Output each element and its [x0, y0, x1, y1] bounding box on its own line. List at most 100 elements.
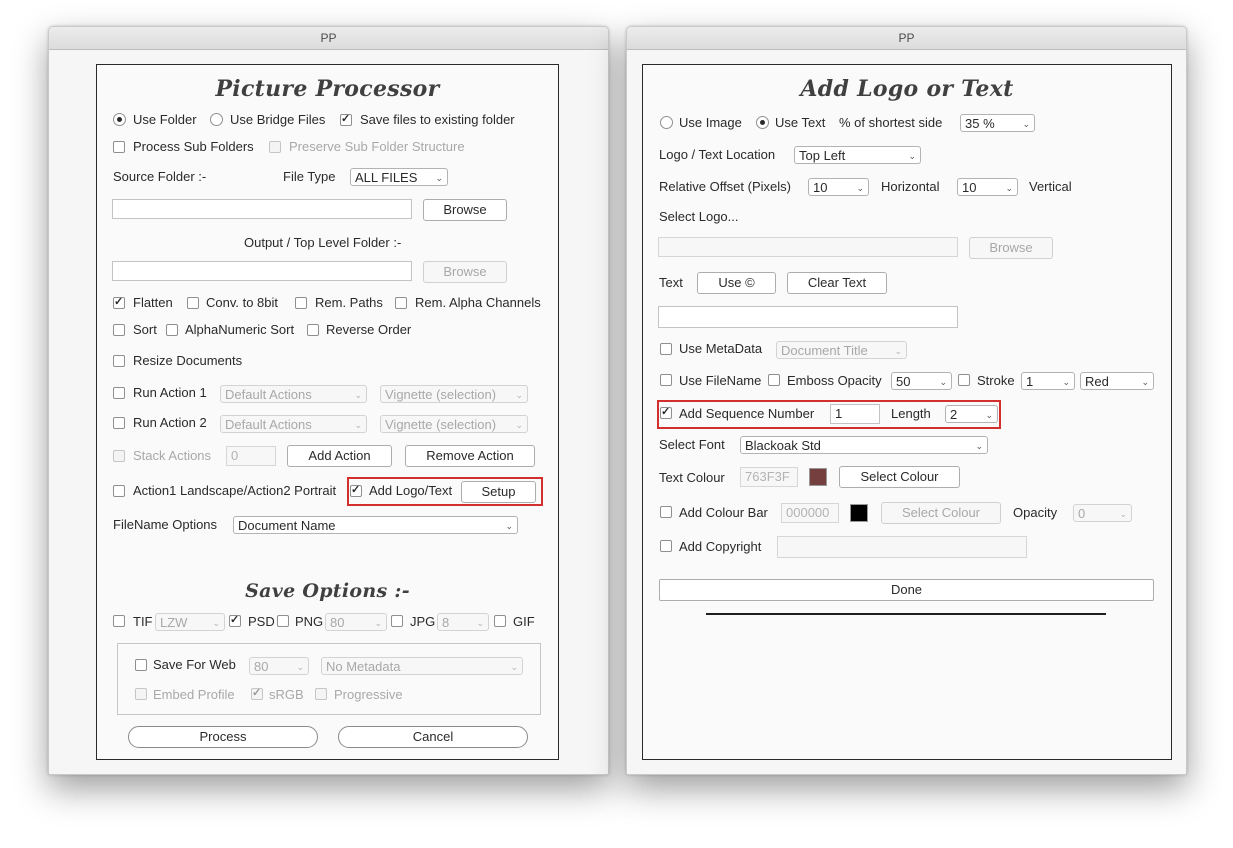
use-metadata-checkbox[interactable] — [660, 343, 672, 355]
chevron-down-icon: ⌄ — [985, 410, 993, 420]
progressive-checkbox[interactable] — [315, 688, 327, 700]
action1-set-select[interactable]: Default Actions ⌄ — [220, 385, 367, 403]
colour-bar-hex[interactable]: 000000 — [781, 503, 839, 523]
chevron-down-icon: ⌄ — [354, 420, 362, 430]
run-action1-label: Run Action 1 — [133, 385, 207, 400]
text-colour-swatch[interactable] — [809, 468, 827, 486]
web-quality-select[interactable]: 80 ⌄ — [249, 657, 309, 675]
select-colour-button[interactable]: Select Colour — [839, 466, 960, 488]
add-colour-bar-label: Add Colour Bar — [679, 505, 768, 520]
resize-docs-checkbox[interactable] — [113, 355, 125, 367]
source-browse-button[interactable]: Browse — [423, 199, 507, 221]
opacity-select[interactable]: 0 ⌄ — [1073, 504, 1132, 522]
chevron-down-icon: ⌄ — [212, 618, 220, 628]
process-sub-folders-checkbox[interactable] — [113, 141, 125, 153]
cancel-button[interactable]: Cancel — [338, 726, 528, 748]
rem-paths-checkbox[interactable] — [295, 297, 307, 309]
use-copyright-button[interactable]: Use © — [697, 272, 776, 294]
landscape-portrait-checkbox[interactable] — [113, 485, 125, 497]
add-action-button[interactable]: Add Action — [287, 445, 392, 467]
run-action2-checkbox[interactable] — [113, 417, 125, 429]
stack-actions-input[interactable]: 0 — [226, 446, 276, 466]
use-folder-radio[interactable] — [113, 113, 126, 126]
run-action1-checkbox[interactable] — [113, 387, 125, 399]
add-logo-text-checkbox[interactable] — [350, 483, 362, 497]
action1-action-select[interactable]: Vignette (selection) ⌄ — [380, 385, 528, 403]
use-folder-label: Use Folder — [133, 112, 197, 127]
source-folder-label: Source Folder :- — [113, 169, 207, 184]
emboss-opacity-select[interactable]: 50 ⌄ — [891, 372, 952, 390]
emboss-opacity-label: Emboss Opacity — [787, 373, 882, 388]
use-text-radio[interactable] — [756, 116, 769, 129]
metadata-select[interactable]: No Metadata ⌄ — [321, 657, 523, 675]
jpg-quality-select[interactable]: 8 ⌄ — [437, 613, 489, 631]
remove-action-button[interactable]: Remove Action — [405, 445, 535, 467]
logo-path-input[interactable] — [658, 237, 958, 257]
location-select[interactable]: Top Left ⌄ — [794, 146, 921, 164]
tif-compression-select[interactable]: LZW ⌄ — [155, 613, 225, 631]
stroke-checkbox[interactable] — [958, 374, 970, 386]
copyright-input[interactable] — [777, 536, 1027, 558]
opacity-label: Opacity — [1013, 505, 1058, 520]
save-for-web-checkbox[interactable] — [135, 659, 147, 671]
filename-options-select[interactable]: Document Name ⌄ — [233, 516, 518, 534]
jpg-checkbox[interactable] — [391, 615, 403, 627]
action2-set-select[interactable]: Default Actions ⌄ — [220, 415, 367, 433]
process-button[interactable]: Process — [128, 726, 318, 748]
preserve-structure-checkbox[interactable] — [269, 141, 281, 153]
emboss-checkbox[interactable] — [768, 374, 780, 386]
flatten-checkbox[interactable] — [113, 295, 125, 309]
select-colour-bar-button[interactable]: Select Colour — [881, 502, 1001, 524]
png-quality-select[interactable]: 80 ⌄ — [325, 613, 387, 631]
file-type-select[interactable]: ALL FILES ⌄ — [350, 168, 448, 186]
rem-alpha-checkbox[interactable] — [395, 297, 407, 309]
use-bridge-radio[interactable] — [210, 113, 223, 126]
jpg-quality-value: 8 — [442, 615, 450, 630]
progressive-label: Progressive — [334, 687, 403, 702]
output-browse-button[interactable]: Browse — [423, 261, 507, 283]
alpha-sort-checkbox[interactable] — [166, 324, 178, 336]
pct-shortest-select[interactable]: 35 % ⌄ — [960, 114, 1035, 132]
reverse-order-checkbox[interactable] — [307, 324, 319, 336]
clear-text-button[interactable]: Clear Text — [787, 272, 887, 294]
action2-action-select[interactable]: Vignette (selection) ⌄ — [380, 415, 528, 433]
embed-profile-checkbox[interactable] — [135, 688, 147, 700]
done-button[interactable]: Done — [659, 579, 1154, 601]
sort-checkbox[interactable] — [113, 324, 125, 336]
stroke-color-select[interactable]: Red ⌄ — [1080, 372, 1154, 390]
gif-checkbox[interactable] — [494, 615, 506, 627]
chevron-down-icon: ⌄ — [1005, 183, 1013, 193]
srgb-checkbox[interactable] — [251, 686, 263, 700]
vertical-offset-select[interactable]: 10 ⌄ — [957, 178, 1018, 196]
source-folder-input[interactable] — [112, 199, 412, 219]
use-image-radio[interactable] — [660, 116, 673, 129]
tif-checkbox[interactable] — [113, 615, 125, 627]
stroke-width-select[interactable]: 1 ⌄ — [1021, 372, 1075, 390]
text-input[interactable] — [658, 306, 958, 328]
stack-actions-checkbox[interactable] — [113, 450, 125, 462]
colour-bar-swatch[interactable] — [850, 504, 868, 522]
length-select[interactable]: 2 ⌄ — [945, 405, 998, 423]
font-select[interactable]: Blackoak Std ⌄ — [740, 436, 988, 454]
chevron-down-icon: ⌄ — [908, 151, 916, 161]
sequence-start-input[interactable]: 1 — [830, 404, 880, 424]
conv-8bit-checkbox[interactable] — [187, 297, 199, 309]
save-existing-checkbox[interactable] — [340, 112, 352, 126]
psd-checkbox[interactable] — [229, 613, 241, 627]
window-title: PP — [49, 27, 608, 50]
use-filename-checkbox[interactable] — [660, 374, 672, 386]
horizontal-offset-select[interactable]: 10 ⌄ — [808, 178, 869, 196]
add-copyright-checkbox[interactable] — [660, 540, 672, 552]
metadata-select[interactable]: Document Title ⌄ — [776, 341, 907, 359]
text-colour-hex[interactable]: 763F3F — [740, 467, 798, 487]
rem-paths-label: Rem. Paths — [315, 295, 383, 310]
action2-set-value: Default Actions — [225, 417, 312, 432]
add-colour-bar-checkbox[interactable] — [660, 506, 672, 518]
use-filename-label: Use FileName — [679, 373, 762, 388]
setup-button[interactable]: Setup — [461, 481, 536, 503]
logo-browse-button[interactable]: Browse — [969, 237, 1053, 259]
add-sequence-checkbox[interactable] — [660, 405, 672, 419]
output-folder-input[interactable] — [112, 261, 412, 281]
png-checkbox[interactable] — [277, 615, 289, 627]
landscape-portrait-label: Action1 Landscape/Action2 Portrait — [133, 483, 337, 498]
